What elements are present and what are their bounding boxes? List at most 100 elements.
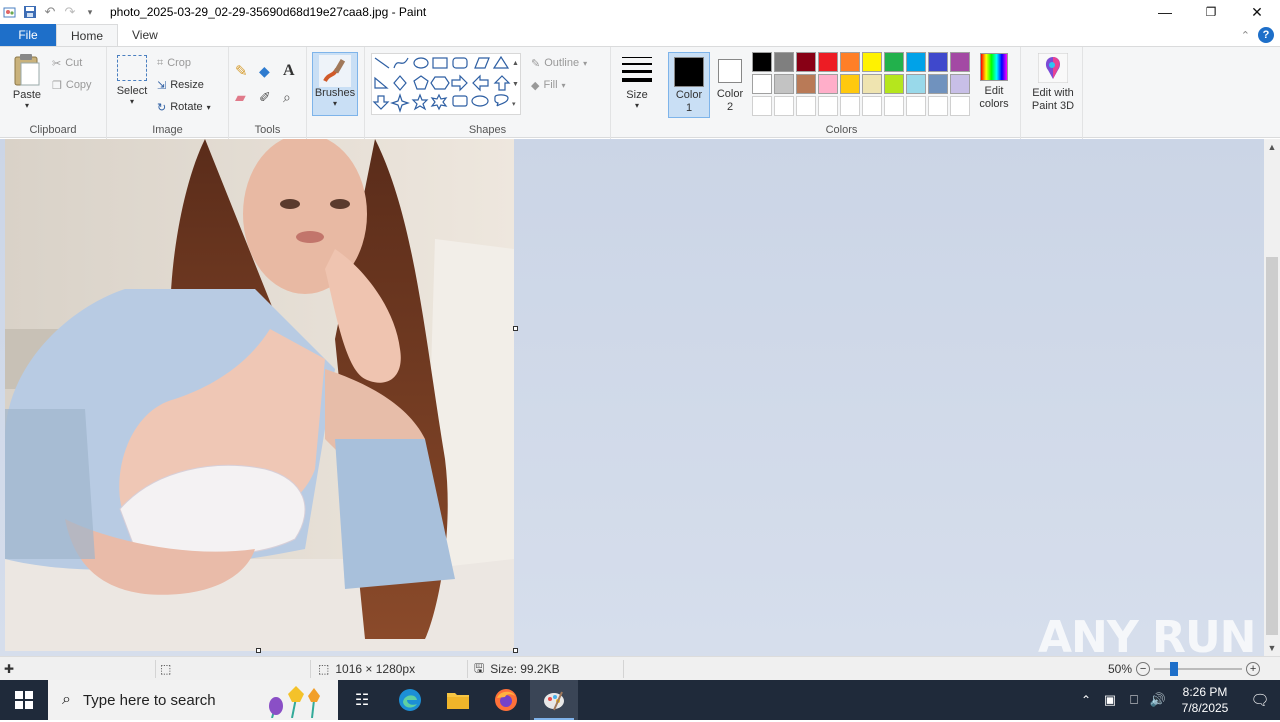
custom-color-slot[interactable] [796, 96, 816, 116]
network-icon[interactable]: ⎕ [1122, 680, 1146, 720]
notifications-icon[interactable]: 🗨 [1240, 680, 1280, 720]
brushes-button[interactable]: Brushes ▾ [312, 52, 358, 116]
edit-with-paint3d-button[interactable]: Edit with Paint 3D [1025, 53, 1081, 113]
palette-color-swatch[interactable] [774, 52, 794, 72]
zoom-slider[interactable] [1154, 662, 1243, 676]
color1-button[interactable]: Color 1 [668, 52, 710, 118]
eraser-icon[interactable]: ▰ [235, 87, 246, 107]
outline-button[interactable]: ✎ Outline ▾ [531, 53, 587, 73]
fill-bucket-icon[interactable]: ◆ [259, 61, 270, 81]
pencil-icon[interactable]: ✎ [235, 61, 248, 81]
search-placeholder: Type here to search [82, 691, 216, 709]
copy-label: Copy [65, 79, 92, 91]
shapes-gallery[interactable]: ▲ ▼ ▾ [371, 53, 521, 115]
palette-color-swatch[interactable] [774, 74, 794, 94]
custom-color-slot[interactable] [862, 96, 882, 116]
resize-button[interactable]: ⇲ Resize [157, 75, 204, 95]
close-button[interactable]: ✕ [1234, 0, 1280, 24]
customize-toolbar-icon[interactable]: ▾ [80, 2, 100, 22]
palette-color-swatch[interactable] [928, 52, 948, 72]
taskbar-search-box[interactable]: ⌕ Type here to search [48, 680, 338, 720]
clock[interactable]: 8:26 PM 7/8/2025 [1170, 684, 1240, 716]
task-view-button[interactable]: ☷ [338, 680, 386, 720]
undo-icon[interactable]: ↶ [40, 2, 60, 22]
palette-color-swatch[interactable] [840, 74, 860, 94]
taskbar-edge[interactable] [386, 680, 434, 720]
zoom-out-icon[interactable]: − [1136, 662, 1151, 676]
custom-color-slot[interactable] [950, 96, 970, 116]
vertical-scrollbar[interactable]: ▲ ▼ [1264, 139, 1280, 656]
colors-group-label: Colors [825, 124, 858, 136]
image-canvas[interactable] [5, 139, 514, 651]
volume-icon[interactable]: 🔊 [1146, 680, 1170, 720]
palette-color-swatch[interactable] [950, 74, 970, 94]
palette-color-swatch[interactable] [840, 52, 860, 72]
rotate-dropdown-icon: ▾ [206, 102, 211, 112]
select-button[interactable]: Select ▾ [115, 55, 149, 106]
redo-icon[interactable]: ↷ [60, 2, 80, 22]
custom-color-slot[interactable] [818, 96, 838, 116]
tab-file[interactable]: File [0, 24, 56, 46]
scroll-thumb[interactable] [1266, 257, 1278, 635]
magnifier-icon[interactable]: ⌕ [283, 87, 291, 107]
scroll-up-icon[interactable]: ▲ [1264, 139, 1280, 155]
show-hidden-icons-icon[interactable]: ⌃ [1074, 680, 1098, 720]
canvas-area[interactable] [0, 139, 1264, 656]
zoom-slider-thumb[interactable] [1170, 662, 1179, 676]
palette-color-swatch[interactable] [752, 52, 772, 72]
fill-button[interactable]: ◆ Fill ▾ [531, 75, 566, 95]
start-button[interactable] [0, 680, 48, 720]
resize-handle-bottom[interactable] [256, 648, 261, 653]
custom-color-slot[interactable] [752, 96, 772, 116]
meet-now-icon[interactable]: ▣ [1098, 680, 1122, 720]
color-picker-icon[interactable]: ✐ [259, 87, 271, 107]
color2-button[interactable]: Color 2 [713, 52, 747, 118]
palette-color-swatch[interactable] [906, 74, 926, 94]
size-button[interactable]: Size ▾ [617, 55, 657, 110]
tab-home[interactable]: Home [56, 24, 119, 46]
palette-color-swatch[interactable] [906, 52, 926, 72]
rotate-button[interactable]: ↻ Rotate ▾ [157, 97, 211, 117]
firefox-icon [495, 689, 517, 711]
palette-color-swatch[interactable] [862, 74, 882, 94]
edit-colors-button[interactable]: Edit colors [974, 53, 1014, 111]
zoom-in-icon[interactable]: + [1246, 662, 1261, 676]
palette-color-swatch[interactable] [796, 74, 816, 94]
custom-color-slot[interactable] [928, 96, 948, 116]
system-tray: ⌃ ▣ ⎕ 🔊 8:26 PM 7/8/2025 🗨 [1074, 680, 1280, 720]
palette-color-swatch[interactable] [950, 52, 970, 72]
custom-color-slot[interactable] [884, 96, 904, 116]
palette-color-swatch[interactable] [884, 52, 904, 72]
palette-color-swatch[interactable] [796, 52, 816, 72]
custom-color-slot[interactable] [906, 96, 926, 116]
save-icon[interactable] [20, 2, 40, 22]
crop-button[interactable]: ⌗ Crop [157, 53, 191, 73]
cut-button[interactable]: ✂ Cut [52, 53, 82, 73]
scroll-down-icon[interactable]: ▼ [1264, 640, 1280, 656]
taskbar-firefox[interactable] [482, 680, 530, 720]
quick-access-toolbar: ↶ ↷ ▾ [0, 0, 100, 24]
palette-color-swatch[interactable] [928, 74, 948, 94]
collapse-ribbon-icon[interactable]: ⌃ [1241, 29, 1250, 42]
resize-handle-corner[interactable] [513, 648, 518, 653]
custom-color-slot[interactable] [774, 96, 794, 116]
custom-color-slot[interactable] [840, 96, 860, 116]
help-icon[interactable]: ? [1258, 27, 1274, 43]
copy-button[interactable]: ❐ Copy [52, 75, 92, 95]
palette-color-swatch[interactable] [752, 74, 772, 94]
palette-color-swatch[interactable] [818, 74, 838, 94]
tab-view[interactable]: View [118, 24, 172, 46]
resize-handle-right[interactable] [513, 326, 518, 331]
tools-group-label: Tools [254, 124, 281, 136]
palette-color-swatch[interactable] [862, 52, 882, 72]
taskbar-paint[interactable] [530, 680, 578, 720]
palette-color-swatch[interactable] [818, 52, 838, 72]
zoom-level: 50% [1108, 662, 1133, 676]
taskbar-file-explorer[interactable] [434, 680, 482, 720]
palette-color-swatch[interactable] [884, 74, 904, 94]
restore-button[interactable]: ❐ [1188, 0, 1234, 24]
paint-icon [544, 691, 564, 711]
minimize-button[interactable]: — [1142, 0, 1188, 24]
text-tool-icon[interactable]: A [283, 61, 295, 81]
paste-button[interactable]: Paste ▾ [8, 53, 46, 110]
